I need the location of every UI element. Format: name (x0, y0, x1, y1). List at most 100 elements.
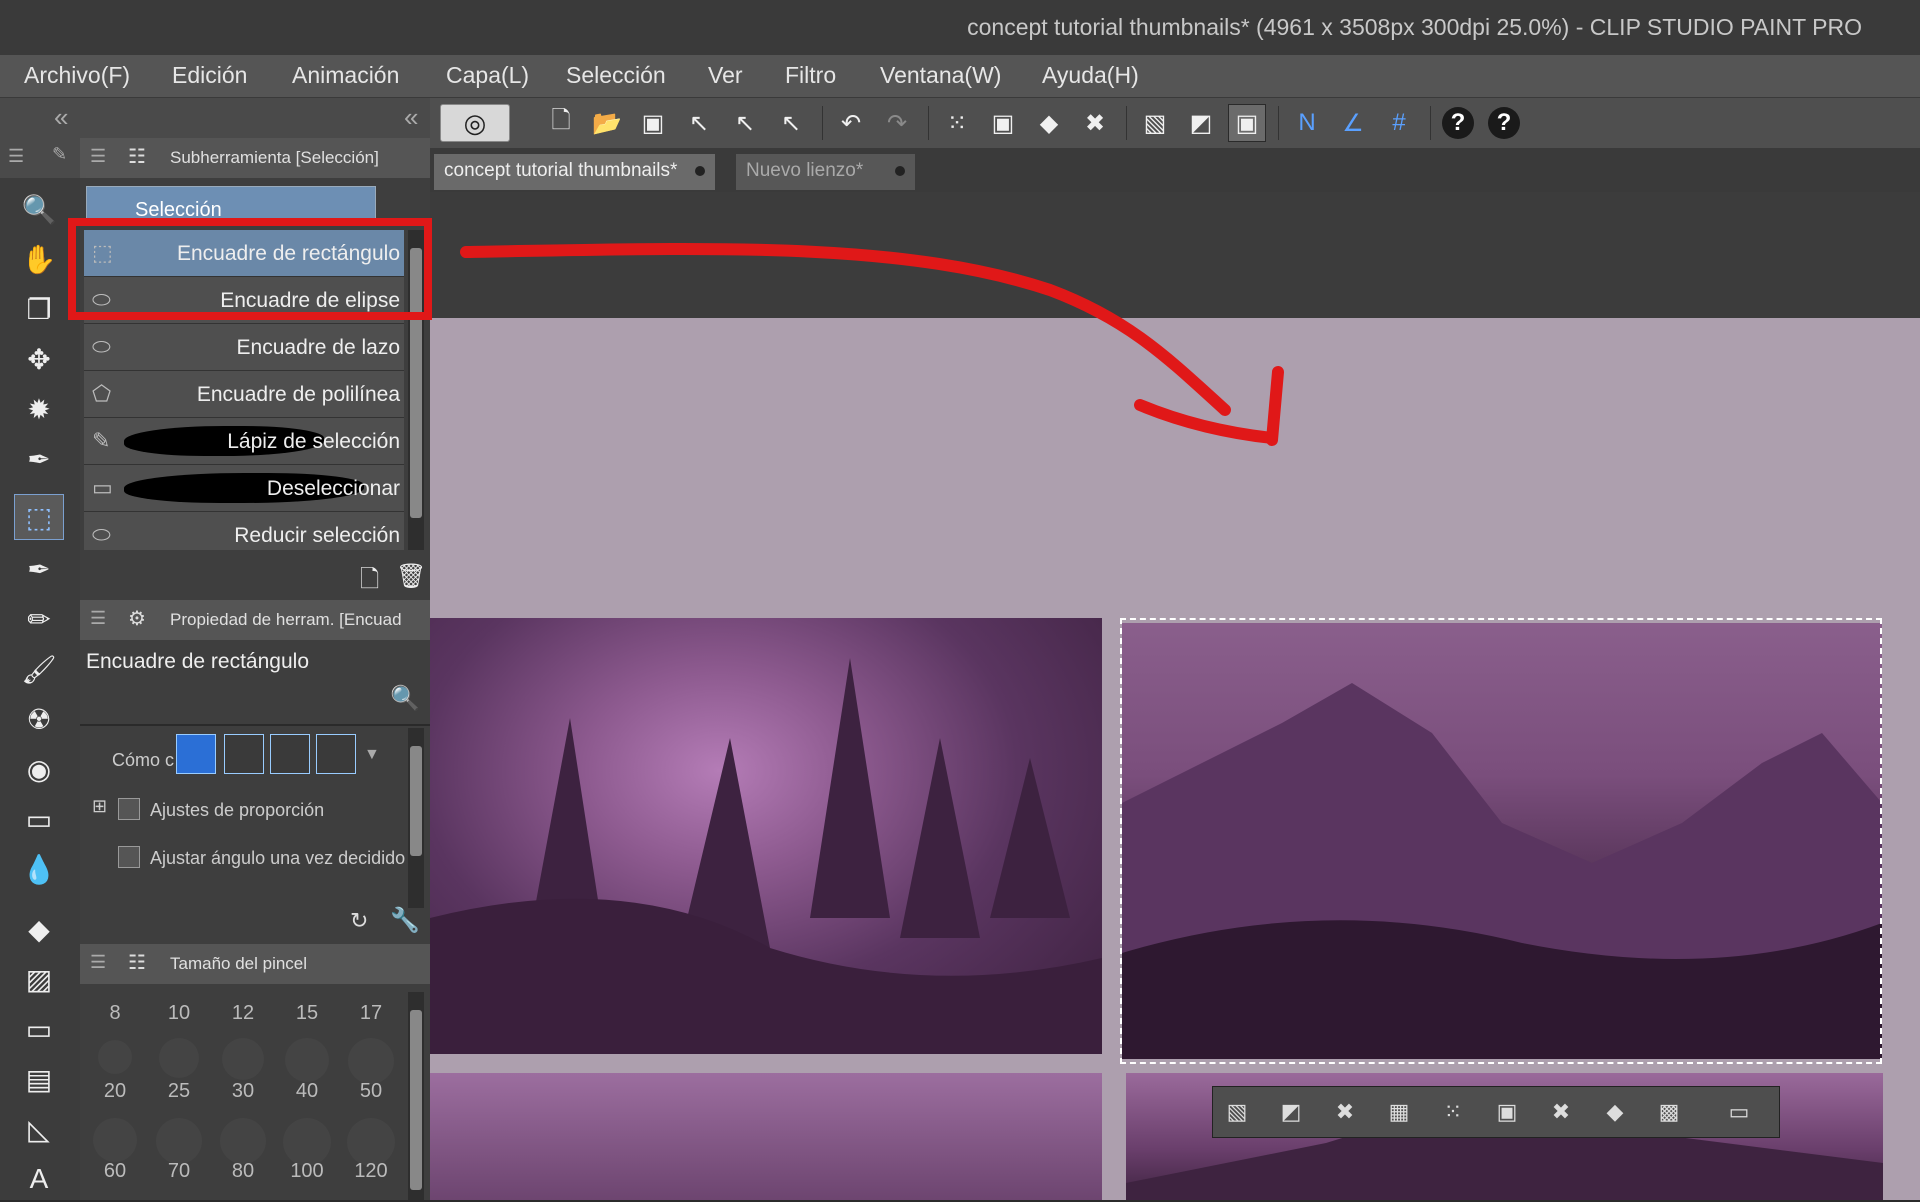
fill-icon[interactable]: ◆ (1597, 1095, 1633, 1129)
aspect-checkbox[interactable] (118, 798, 140, 820)
hand-tool-icon[interactable]: ✋ (14, 236, 64, 282)
subtract-selection-button[interactable] (270, 734, 310, 774)
brush-size-cell[interactable]: 100 (276, 1112, 338, 1190)
intersect-selection-button[interactable] (316, 734, 356, 774)
undo-icon[interactable]: ↶ (832, 104, 870, 142)
transform-icon[interactable]: ✖ (1076, 104, 1114, 142)
text-tool-icon[interactable]: A (14, 1156, 64, 1202)
invert-selection-icon[interactable]: ◩ (1182, 104, 1220, 142)
deselect-icon[interactable]: ▧ (1136, 104, 1174, 142)
brush-size-cell[interactable]: 20 (84, 1032, 146, 1110)
brush-size-cell[interactable]: 50 (340, 1032, 402, 1110)
crop-icon[interactable]: ▦ (1381, 1095, 1417, 1129)
brush-tool-icon[interactable]: 🖌 (14, 646, 64, 692)
menu-icon[interactable]: ☰ (90, 608, 106, 629)
close-tab-icon[interactable] (895, 166, 906, 176)
airbrush-tool-icon[interactable]: ☢ (14, 696, 64, 742)
magnifier-icon[interactable]: 🔍 (390, 684, 420, 713)
menu-ver[interactable]: Ver (708, 62, 743, 89)
expand-plus-icon[interactable]: ⊞ (92, 796, 107, 817)
help-icon[interactable]: ? (1442, 107, 1474, 139)
document-tab-concept[interactable]: concept tutorial thumbnails* (434, 154, 716, 190)
menu-icon[interactable]: ☰ (90, 952, 106, 973)
open-file-icon[interactable]: 📂 (588, 104, 626, 142)
settings-bar-icon[interactable]: ▭ (1721, 1095, 1757, 1129)
menu-icon[interactable]: ☰ (8, 146, 24, 167)
transform-icon[interactable]: ✖ (1327, 1095, 1363, 1129)
clip-studio-logo-button[interactable]: ◎ (440, 104, 510, 142)
property-scrollbar[interactable] (408, 728, 424, 908)
checker-icon[interactable]: ▩ (1651, 1095, 1687, 1129)
scale-icon[interactable]: ✖ (1543, 1095, 1579, 1129)
clear-selection-icon[interactable]: ⁙ (938, 104, 976, 142)
brush-size-cell[interactable]: 70 (148, 1112, 210, 1190)
subtool-item-shrink[interactable]: ⬭ Reducir selección (84, 512, 404, 550)
menu-archivo[interactable]: Archivo(F) (24, 62, 130, 89)
select-layer-icon[interactable]: ↖ (680, 104, 718, 142)
new-selection-button[interactable] (176, 734, 216, 774)
brush-size-cell[interactable]: 60 (84, 1112, 146, 1190)
reset-icon[interactable]: ↻ (350, 908, 368, 934)
scrollbar-thumb[interactable] (410, 1010, 422, 1190)
expand-selection-icon[interactable]: ⁙ (1435, 1095, 1471, 1129)
menu-ayuda[interactable]: Ayuda(H) (1042, 62, 1139, 89)
delete-subtool-icon[interactable]: 🗑 (396, 562, 426, 591)
menu-filtro[interactable]: Filtro (785, 62, 836, 89)
chevron-down-icon[interactable]: ▼ (364, 746, 380, 764)
brush-size-cell[interactable]: 25 (148, 1032, 210, 1110)
menu-animacion[interactable]: Animación (292, 62, 399, 89)
scrollbar-thumb[interactable] (410, 746, 422, 856)
save-icon[interactable]: ▣ (634, 104, 672, 142)
thumbnail-clouds[interactable] (430, 1073, 1102, 1200)
operation-tool-icon[interactable]: ❐ (14, 286, 64, 332)
auto-select-icon[interactable]: ✹ (14, 386, 64, 432)
redo-icon[interactable]: ↷ (878, 104, 916, 142)
help-icon-2[interactable]: ? (1488, 107, 1520, 139)
special-ruler-snap-icon[interactable]: ∠ (1334, 104, 1372, 142)
wrench-icon[interactable]: 🔧 (390, 906, 420, 935)
menu-ventana[interactable]: Ventana(W) (880, 62, 1001, 89)
blend-tool-icon[interactable]: 💧 (14, 846, 64, 892)
clear-selection-icon[interactable]: ▧ (1219, 1095, 1255, 1129)
subtool-item-deselect[interactable]: ▭ Deseleccionar (84, 465, 404, 512)
grid-snap-icon[interactable]: # (1380, 104, 1418, 142)
brush-size-cell[interactable]: 80 (212, 1112, 274, 1190)
brush-size-cell[interactable]: 120 (340, 1112, 402, 1190)
invert-selection-icon[interactable]: ◩ (1273, 1095, 1309, 1129)
fill-icon[interactable]: ◆ (1030, 104, 1068, 142)
pencil-tool-icon[interactable]: ✏ (14, 596, 64, 642)
eraser-tool-icon[interactable]: ▭ (14, 796, 64, 842)
menu-edicion[interactable]: Edición (172, 62, 247, 89)
brush-size-scrollbar[interactable] (408, 992, 424, 1200)
collapse-left-icon[interactable]: « (54, 102, 68, 133)
select-layer-add-icon[interactable]: ↖ (726, 104, 764, 142)
subtool-item-selection-pen[interactable]: ✎ Lápiz de selección (84, 418, 404, 465)
move-layer-icon[interactable]: ✥ (14, 336, 64, 382)
brush-size-cell[interactable]: 40 (276, 1032, 338, 1110)
select-layer-sub-icon[interactable]: ↖ (772, 104, 810, 142)
fill-selection-icon[interactable]: ▣ (1489, 1095, 1525, 1129)
ruler-tool-icon[interactable]: ◺ (14, 1106, 64, 1152)
fill-selection-icon[interactable]: ▣ (984, 104, 1022, 142)
selection-tool-icon[interactable]: ⬚ (14, 494, 64, 540)
zoom-tool-icon[interactable]: 🔍 (14, 186, 64, 232)
new-subtool-icon[interactable]: 🗋 (360, 562, 379, 603)
figure-tool-icon[interactable]: ▭ (14, 1006, 64, 1052)
brush-size-cell[interactable]: 30 (212, 1032, 274, 1110)
document-tab-nuevo[interactable]: Nuevo lienzo* (736, 154, 916, 190)
add-selection-button[interactable] (224, 734, 264, 774)
menu-seleccion[interactable]: Selección (566, 62, 666, 89)
subtool-item-lasso[interactable]: ⬭ Encuadre de lazo (84, 324, 404, 371)
fill-tool-icon[interactable]: ◆ (14, 906, 64, 952)
pen-tool-icon[interactable]: ✒ (14, 546, 64, 592)
subtool-item-polyline[interactable]: ⬠ Encuadre de polilínea (84, 371, 404, 418)
close-tab-icon[interactable] (695, 166, 706, 176)
angle-checkbox[interactable] (118, 846, 140, 868)
decoration-tool-icon[interactable]: ◉ (14, 746, 64, 792)
thumbnail-forest-sunset[interactable] (430, 618, 1102, 1054)
menu-capa[interactable]: Capa(L) (446, 62, 529, 89)
ruler-snap-icon[interactable]: N (1288, 104, 1326, 142)
frame-border-icon[interactable]: ▤ (14, 1056, 64, 1102)
new-file-icon[interactable]: 🗋 (542, 104, 580, 142)
gradient-tool-icon[interactable]: ▨ (14, 956, 64, 1002)
